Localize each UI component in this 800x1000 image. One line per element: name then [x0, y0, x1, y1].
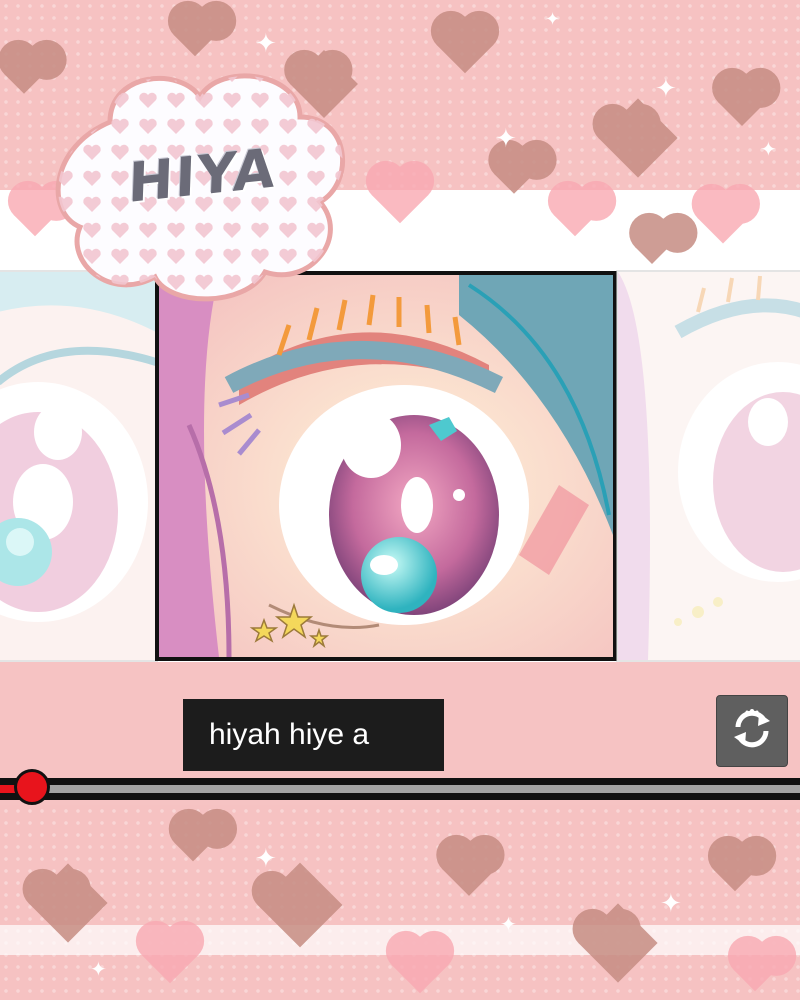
heart-icon: [598, 98, 678, 178]
subtitle-text: hiyah hiye a: [209, 718, 370, 751]
sound-effect-bubble: HIYA: [50, 62, 355, 312]
heart-icon: [436, 16, 494, 74]
heart-icon: [717, 77, 767, 127]
sparkle-icon: ✦: [255, 843, 277, 873]
subtitle-caption-box: hiyah hiye a: [183, 699, 444, 771]
heart-icon: [4, 54, 44, 94]
sparkle-icon: ✦: [655, 73, 677, 103]
progress-track: [0, 785, 800, 793]
sparkle-icon: ✦: [90, 959, 107, 981]
heart-icon: [442, 842, 496, 896]
heart-icon: [391, 936, 449, 994]
heart-icon: [494, 154, 534, 194]
bottom-heart-background: ✦ ✦ ✦ ✦: [0, 805, 800, 1000]
sparkle-icon: ✦: [495, 123, 517, 153]
sparkle-icon: ✦: [545, 9, 561, 29]
heart-icon: [173, 13, 217, 57]
heart-icon: [141, 926, 199, 984]
sparkle-icon: ✦: [760, 139, 777, 161]
progress-slider[interactable]: [0, 769, 800, 805]
heart-icon: [578, 903, 658, 983]
sparkle-icon: ✦: [500, 914, 517, 936]
comic-filmstrip: [0, 270, 800, 662]
sparkle-icon: ✦: [255, 28, 277, 58]
progress-knob[interactable]: [14, 769, 50, 805]
heart-icon: [174, 824, 212, 862]
next-frame: [616, 270, 800, 662]
previous-frame: [0, 270, 158, 662]
refresh-button[interactable]: [716, 695, 788, 767]
heart-icon: [733, 948, 777, 992]
current-frame: [155, 271, 617, 661]
refresh-icon: [728, 705, 776, 758]
heart-icon: [713, 848, 757, 892]
sparkle-icon: ✦: [660, 888, 682, 918]
